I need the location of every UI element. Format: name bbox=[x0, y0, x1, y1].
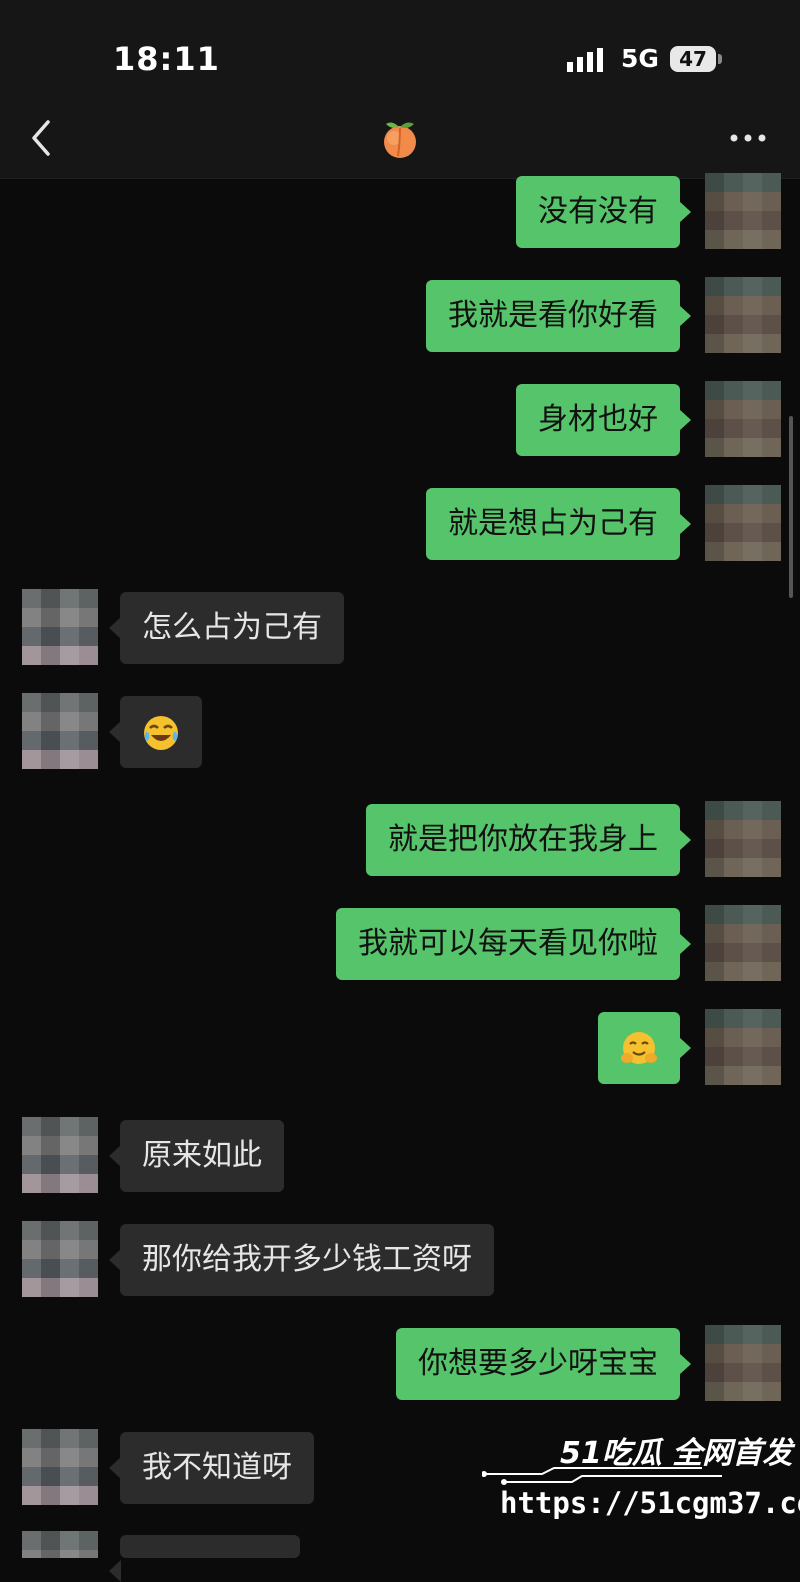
contact-avatar[interactable] bbox=[22, 1531, 98, 1558]
contact-avatar[interactable] bbox=[22, 1117, 98, 1193]
message-bubble-contact[interactable]: 怎么占为己有 bbox=[109, 592, 344, 664]
battery-tip bbox=[718, 54, 722, 64]
message-text: 我不知道呀 bbox=[142, 1450, 292, 1485]
message-bubble-contact[interactable]: 原来如此 bbox=[109, 1120, 284, 1192]
message-bubble-contact-partial[interactable] bbox=[109, 1535, 300, 1582]
message-bubble-mine[interactable]: 我就可以每天看见你啦 bbox=[336, 908, 691, 980]
message-text: 怎么占为己有 bbox=[142, 610, 322, 645]
my-avatar[interactable] bbox=[705, 277, 781, 353]
my-avatar[interactable] bbox=[705, 801, 781, 877]
message-bubble-mine[interactable]: 身材也好 bbox=[516, 384, 691, 456]
scrollbar-thumb[interactable] bbox=[789, 416, 793, 598]
my-avatar[interactable] bbox=[705, 1325, 781, 1401]
clock: 18:11 bbox=[113, 40, 220, 78]
peach-emoji-icon bbox=[384, 122, 416, 158]
message-text: 身材也好 bbox=[538, 402, 658, 437]
message-bubble-mine[interactable]: 就是把你放在我身上 bbox=[366, 804, 691, 876]
signal-icon bbox=[567, 48, 603, 72]
message-text: 就是把你放在我身上 bbox=[388, 822, 658, 857]
message-bubble-mine[interactable]: 你想要多少呀宝宝 bbox=[396, 1328, 691, 1400]
message-text: 没有没有 bbox=[538, 194, 658, 229]
message-text: 原来如此 bbox=[142, 1138, 262, 1173]
back-chevron-icon[interactable] bbox=[26, 118, 58, 158]
my-avatar[interactable] bbox=[705, 381, 781, 457]
message-bubble-contact[interactable]: 我不知道呀 bbox=[109, 1432, 314, 1504]
my-avatar[interactable] bbox=[705, 173, 781, 249]
my-avatar[interactable] bbox=[705, 905, 781, 981]
message-bubble-mine[interactable] bbox=[598, 1012, 691, 1084]
message-text: 你想要多少呀宝宝 bbox=[418, 1346, 658, 1381]
message-bubble-mine[interactable]: 我就是看你好看 bbox=[426, 280, 691, 352]
message-bubble-mine[interactable]: 没有没有 bbox=[516, 176, 691, 248]
message-text: 就是想占为己有 bbox=[448, 506, 658, 541]
my-avatar[interactable] bbox=[705, 1009, 781, 1085]
contact-avatar[interactable] bbox=[22, 693, 98, 769]
contact-avatar[interactable] bbox=[22, 1221, 98, 1297]
message-list[interactable]: 没有没有 我就是看你好看 身材也好 就是想占为己有 怎么占为己有 就是把你放在我… bbox=[0, 173, 800, 1582]
watermark-circuit-lines bbox=[482, 1467, 722, 1485]
message-bubble-contact[interactable]: 那你给我开多少钱工资呀 bbox=[109, 1224, 494, 1296]
status-bar: 18:11 5G 47 bbox=[0, 0, 800, 100]
hugging-face-emoji-icon bbox=[621, 1031, 657, 1064]
watermark-url: https://51cgm37.com bbox=[500, 1486, 800, 1520]
network-type: 5G bbox=[621, 44, 659, 73]
message-text: 我就可以每天看见你啦 bbox=[358, 926, 658, 961]
battery-icon: 47 bbox=[670, 46, 716, 72]
message-text: 那你给我开多少钱工资呀 bbox=[142, 1242, 472, 1277]
message-bubble-mine[interactable]: 就是想占为己有 bbox=[426, 488, 691, 560]
laughing-crying-emoji-icon bbox=[144, 715, 178, 750]
contact-avatar[interactable] bbox=[22, 1429, 98, 1505]
message-bubble-contact[interactable] bbox=[109, 696, 202, 768]
battery-level: 47 bbox=[679, 47, 707, 71]
chat-header bbox=[0, 100, 800, 179]
more-options-icon[interactable] bbox=[728, 128, 768, 148]
contact-avatar[interactable] bbox=[22, 589, 98, 665]
message-text: 我就是看你好看 bbox=[448, 298, 658, 333]
my-avatar[interactable] bbox=[705, 485, 781, 561]
